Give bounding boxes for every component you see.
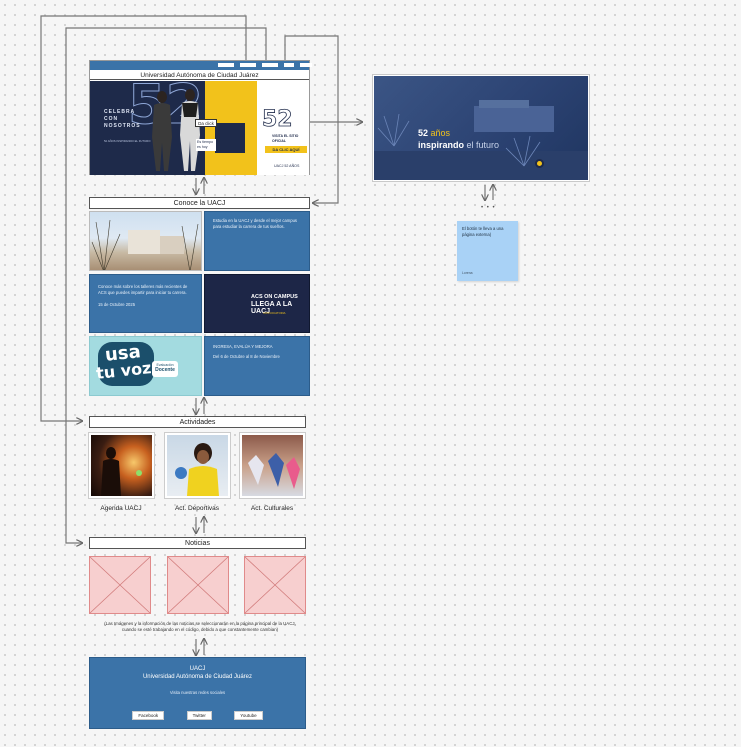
info-card-evalua[interactable]: INGRESA, EVALÚA Y MEJORA Del 6 de Octubr… xyxy=(204,336,310,396)
preview-line1: 52 años xyxy=(418,128,450,138)
sticky-note-text: El botón te lleva a una página externa) xyxy=(462,226,504,237)
preview-number: 52 xyxy=(418,128,429,138)
section-title-actividades: Actividades xyxy=(89,416,306,428)
section-title-noticias: Noticias xyxy=(89,537,306,549)
activity-label-deportivas[interactable]: Act. Deportivas xyxy=(157,505,237,512)
activity-label-culturales[interactable]: Act. Culturales xyxy=(232,505,312,512)
campus-photo xyxy=(89,211,202,271)
activity-photo-agenda[interactable] xyxy=(89,433,154,498)
acs-banner-line1: ACS ON CAMPUS xyxy=(251,294,298,300)
info-card-estudia[interactable]: Estudia en la UACJ y desde el mejor camp… xyxy=(204,211,310,271)
noticias-note-line2: cuando se esté trabajando en el código, … xyxy=(121,627,279,632)
hero-right-52: 52 xyxy=(262,107,293,133)
nav-item-3[interactable] xyxy=(262,63,278,67)
acs-banner-sub: CONVOCATORIA xyxy=(263,311,286,315)
hero-students-photo xyxy=(152,89,200,171)
nav-item-1[interactable] xyxy=(218,63,234,67)
info-card-evalua-title: INGRESA, EVALÚA Y MEJORA xyxy=(213,344,273,349)
info-card-talleres-text: Conoce más sobre los talleres más recien… xyxy=(98,284,188,295)
preview-building-photo xyxy=(374,100,588,180)
news-placeholder-2[interactable] xyxy=(167,556,229,614)
youtube-button[interactable]: Youtube xyxy=(234,711,263,720)
info-card-talleres-date: 15 de Octubre 2025 xyxy=(98,302,136,307)
hero-navy-stripe xyxy=(215,123,245,153)
info-card-estudia-text: Estudia en la UACJ y desde el mejor camp… xyxy=(213,218,298,229)
homepage-frame: Universidad Autónoma de Ciudad Juárez 52… xyxy=(89,60,312,175)
homepage-title: Universidad Autónoma de Ciudad Juárez xyxy=(90,71,309,80)
footer-social-buttons: Facebook Twitter Youtube xyxy=(90,704,305,722)
section-title-conoce: Conoce la UACJ xyxy=(89,197,310,209)
sticky-note-author: Lorena xyxy=(462,271,473,275)
nav-item-4[interactable] xyxy=(284,63,294,67)
hero-en-tiempo: Es tiempo es hoy xyxy=(196,139,216,151)
activity-photo-deportivas[interactable] xyxy=(165,433,230,498)
footer-title-long: Universidad Autónoma de Ciudad Juárez xyxy=(142,674,253,680)
acs-banner[interactable]: ACS ON CAMPUS LLEGA A LA UACJ CONVOCATOR… xyxy=(204,274,310,333)
activity-label-agenda[interactable]: Agenda UACJ xyxy=(81,505,161,512)
hero-celebra: CELEBRA CON NOSOTROS xyxy=(104,109,141,129)
twitter-button[interactable]: Twitter xyxy=(186,711,212,720)
usa-tu-voz-banner[interactable]: usa tu voz Evaluación Docente xyxy=(89,336,202,396)
noticias-note: (Las Imágenes y la información de las no… xyxy=(89,621,311,633)
preview-yellow-dot-icon[interactable] xyxy=(535,159,544,168)
hero-logo: UACJ 52 AÑOS xyxy=(274,164,300,168)
info-card-evalua-dates: Del 6 de Octubre al 8 de Noviembre xyxy=(213,354,280,359)
news-placeholder-3[interactable] xyxy=(244,556,306,614)
preview-word: años xyxy=(430,128,451,138)
hero-da-clic-button[interactable]: DA CLIC AQUÍ xyxy=(265,146,307,153)
preview-image: 52 años inspirando el futuro xyxy=(374,76,588,180)
activity-photo-culturales[interactable] xyxy=(240,433,305,498)
hero-click-tag[interactable]: Da click xyxy=(195,119,217,127)
nav-item-5[interactable] xyxy=(300,63,312,67)
footer-title-short: UACJ xyxy=(189,666,206,672)
preview-rest: el futuro xyxy=(466,140,500,150)
top-nav xyxy=(90,61,312,70)
facebook-button[interactable]: Facebook xyxy=(132,711,165,720)
ellipsis: • • • xyxy=(481,205,496,211)
evaluacion-bottom: Docente xyxy=(155,367,175,373)
evaluacion-badge: Evaluación Docente xyxy=(152,361,178,377)
hero-visita: VISITA EL SITIO OFICIAL xyxy=(272,134,299,143)
hero-banner[interactable]: 52 CELEBRA CON NOSOTROS 52 AÑOS INSPIRAN… xyxy=(90,81,309,175)
preview-bold: inspirando xyxy=(418,140,465,150)
sticky-note[interactable]: El botón te lleva a una página externa) … xyxy=(457,221,518,281)
external-site-preview[interactable]: 52 años inspirando el futuro xyxy=(372,74,590,182)
footer-social-text: Visita nuestras redes sociales xyxy=(169,690,226,695)
info-card-talleres[interactable]: Conoce más sobre los talleres más recien… xyxy=(89,274,202,333)
nav-item-2[interactable] xyxy=(240,63,256,67)
footer: UACJ Universidad Autónoma de Ciudad Juár… xyxy=(89,657,306,729)
news-placeholder-1[interactable] xyxy=(89,556,151,614)
preview-line2: inspirando el futuro xyxy=(418,140,499,150)
